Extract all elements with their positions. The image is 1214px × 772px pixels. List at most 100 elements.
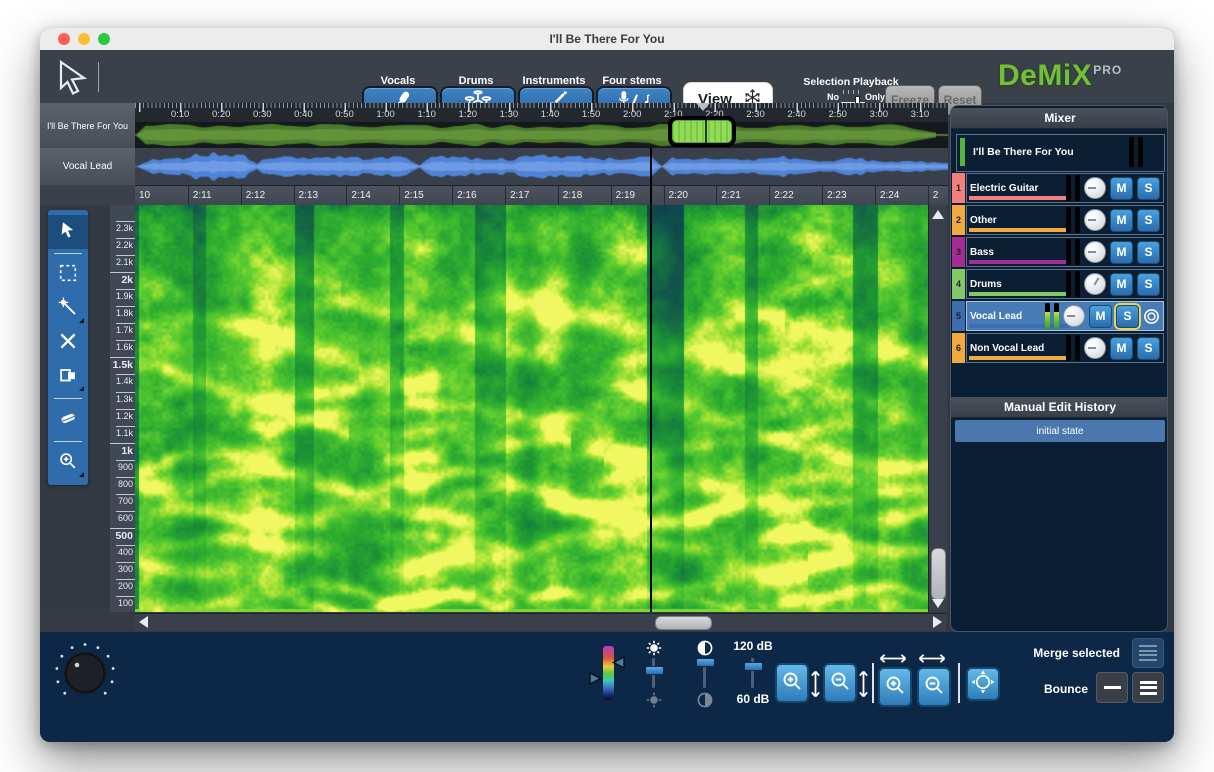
track-cell[interactable]: OtherMS <box>966 205 1164 235</box>
track-color-stripe <box>969 228 1069 232</box>
track-cell[interactable]: DrumsMS <box>966 269 1164 299</box>
zoom-in-vertical-button[interactable] <box>775 663 809 703</box>
magic-wand-tool[interactable] <box>48 292 88 326</box>
bounce-label: Bounce <box>1000 682 1088 696</box>
mixer-track-row[interactable]: 3BassMS <box>952 237 1168 267</box>
track-volume-knob[interactable] <box>1084 177 1106 199</box>
spectrogram[interactable] <box>135 205 928 612</box>
time-ruler-cell[interactable]: 2:12 <box>241 186 294 206</box>
solo-button[interactable]: S <box>1116 305 1139 328</box>
time-ruler-cell[interactable]: 2:14 <box>346 186 399 206</box>
time-ruler-cell[interactable]: 2:23 <box>822 186 875 206</box>
horizontal-scroll-thumb[interactable] <box>655 616 712 630</box>
mixer-track-row[interactable]: 4DrumsMS <box>952 269 1168 299</box>
time-ruler-cell[interactable]: 2:17 <box>505 186 558 206</box>
track-volume-knob[interactable] <box>1084 241 1106 263</box>
frequency-tick-line <box>116 596 135 597</box>
time-ruler-cell[interactable]: 2:21 <box>716 186 769 206</box>
harmonic-icon <box>57 364 79 391</box>
time-ruler-cell[interactable]: 2:11 <box>188 186 241 206</box>
overview-timeline[interactable]: 0:100:200:300:400:501:001:101:201:301:40… <box>135 103 948 148</box>
hscroll-corner <box>40 613 135 630</box>
mixer-master-row[interactable]: I'll Be There For You <box>956 134 1165 172</box>
zoomed-time-ruler[interactable]: 102:112:122:132:142:152:162:172:182:192:… <box>135 185 948 207</box>
mute-button[interactable]: M <box>1110 273 1133 296</box>
time-ruler-cell[interactable]: 2:22 <box>769 186 822 206</box>
time-ruler-cell[interactable]: 10 <box>135 186 188 206</box>
merge-selected-button[interactable] <box>1132 638 1164 668</box>
mute-button[interactable]: M <box>1089 305 1112 328</box>
overview-waveform[interactable] <box>135 122 948 148</box>
zoom-in-horizontal-button[interactable] <box>878 667 912 707</box>
vu-green-fill <box>1045 312 1050 329</box>
track-vu-meter <box>1045 303 1050 329</box>
mute-button[interactable]: M <box>1110 337 1133 360</box>
zoom-group-separator <box>958 663 960 703</box>
center-playhead-button[interactable] <box>966 667 1000 701</box>
scroll-up-arrow[interactable] <box>932 210 944 219</box>
track-cell[interactable]: Electric GuitarMS <box>966 173 1164 203</box>
bounce-multi-button[interactable] <box>1132 672 1164 703</box>
track-volume-knob[interactable] <box>1084 273 1106 295</box>
brightness-slider-thumb[interactable] <box>645 666 664 675</box>
mute-button[interactable]: M <box>1110 209 1133 232</box>
solo-button[interactable]: S <box>1137 177 1160 200</box>
time-ruler-cell[interactable]: 2:20 <box>664 186 717 206</box>
eraser-icon <box>57 407 79 434</box>
time-ruler-cell[interactable]: 2:18 <box>558 186 611 206</box>
track-vu-meter <box>1075 207 1080 233</box>
target-circle-icon[interactable] <box>1143 308 1160 325</box>
pointer-tool[interactable] <box>48 215 88 249</box>
history-item[interactable]: initial state <box>955 420 1165 442</box>
vertical-scroll-thumb[interactable] <box>931 548 946 600</box>
solo-button[interactable]: S <box>1137 273 1160 296</box>
mixer-track-row[interactable]: 5Vocal LeadMS <box>952 301 1168 331</box>
time-ruler-cell[interactable]: 2:16 <box>452 186 505 206</box>
mute-button[interactable]: M <box>1110 241 1133 264</box>
viewport-selection[interactable] <box>668 116 736 147</box>
colormap-lower-handle[interactable] <box>589 672 602 690</box>
zoom-in-icon <box>57 450 79 477</box>
vocal-lead-waveform[interactable] <box>135 148 948 186</box>
time-ruler-cell[interactable]: 2 <box>928 186 948 206</box>
mute-button[interactable]: M <box>1110 177 1133 200</box>
solo-button[interactable]: S <box>1137 241 1160 264</box>
playhead-marker[interactable] <box>696 103 710 111</box>
mixer-track-row[interactable]: 2OtherMS <box>952 205 1168 235</box>
track-volume-knob[interactable] <box>1084 209 1106 231</box>
time-ruler-cell[interactable]: 2:13 <box>294 186 347 206</box>
vertical-scrollbar[interactable] <box>928 205 947 612</box>
palette-divider <box>54 441 82 442</box>
eraser-tool[interactable] <box>48 403 88 437</box>
contrast-slider-thumb[interactable] <box>696 658 715 667</box>
horizontal-scrollbar[interactable] <box>135 613 946 631</box>
volume-knob[interactable] <box>54 642 116 709</box>
zoom-out-vertical-button[interactable] <box>823 663 857 703</box>
frequency-label: 100 <box>111 598 133 608</box>
colormap-upper-handle[interactable] <box>612 656 625 674</box>
db-range-slider-thumb[interactable] <box>744 662 763 671</box>
solo-button[interactable]: S <box>1137 337 1160 360</box>
harmonic-select-tool[interactable] <box>48 360 88 394</box>
track-cell[interactable]: Non Vocal LeadMS <box>966 333 1164 363</box>
scroll-right-arrow[interactable] <box>933 616 942 628</box>
track-volume-knob[interactable] <box>1084 337 1106 359</box>
track-cell[interactable]: BassMS <box>966 237 1164 267</box>
track-volume-knob[interactable] <box>1063 305 1085 327</box>
overview-tick-label: 1:10 <box>412 109 442 120</box>
bounce-mono-button[interactable] <box>1096 672 1128 703</box>
mixer-track-row[interactable]: 1Electric GuitarMS <box>952 173 1168 203</box>
time-ruler-cell[interactable]: 2:15 <box>399 186 452 206</box>
zoom-tool[interactable] <box>48 446 88 480</box>
scroll-down-arrow[interactable] <box>932 599 944 608</box>
time-ruler-cell[interactable]: 2:19 <box>611 186 664 206</box>
time-ruler-cell[interactable]: 2:24 <box>875 186 928 206</box>
playhead[interactable] <box>650 148 652 612</box>
solo-button[interactable]: S <box>1137 209 1160 232</box>
track-cell[interactable]: Vocal LeadMS <box>966 301 1164 331</box>
marquee-select-tool[interactable] <box>48 258 88 292</box>
zoom-out-horizontal-button[interactable] <box>917 667 951 707</box>
cross-delete-tool[interactable] <box>48 326 88 360</box>
scroll-left-arrow[interactable] <box>139 616 148 628</box>
mixer-track-row[interactable]: 6Non Vocal LeadMS <box>952 333 1168 363</box>
